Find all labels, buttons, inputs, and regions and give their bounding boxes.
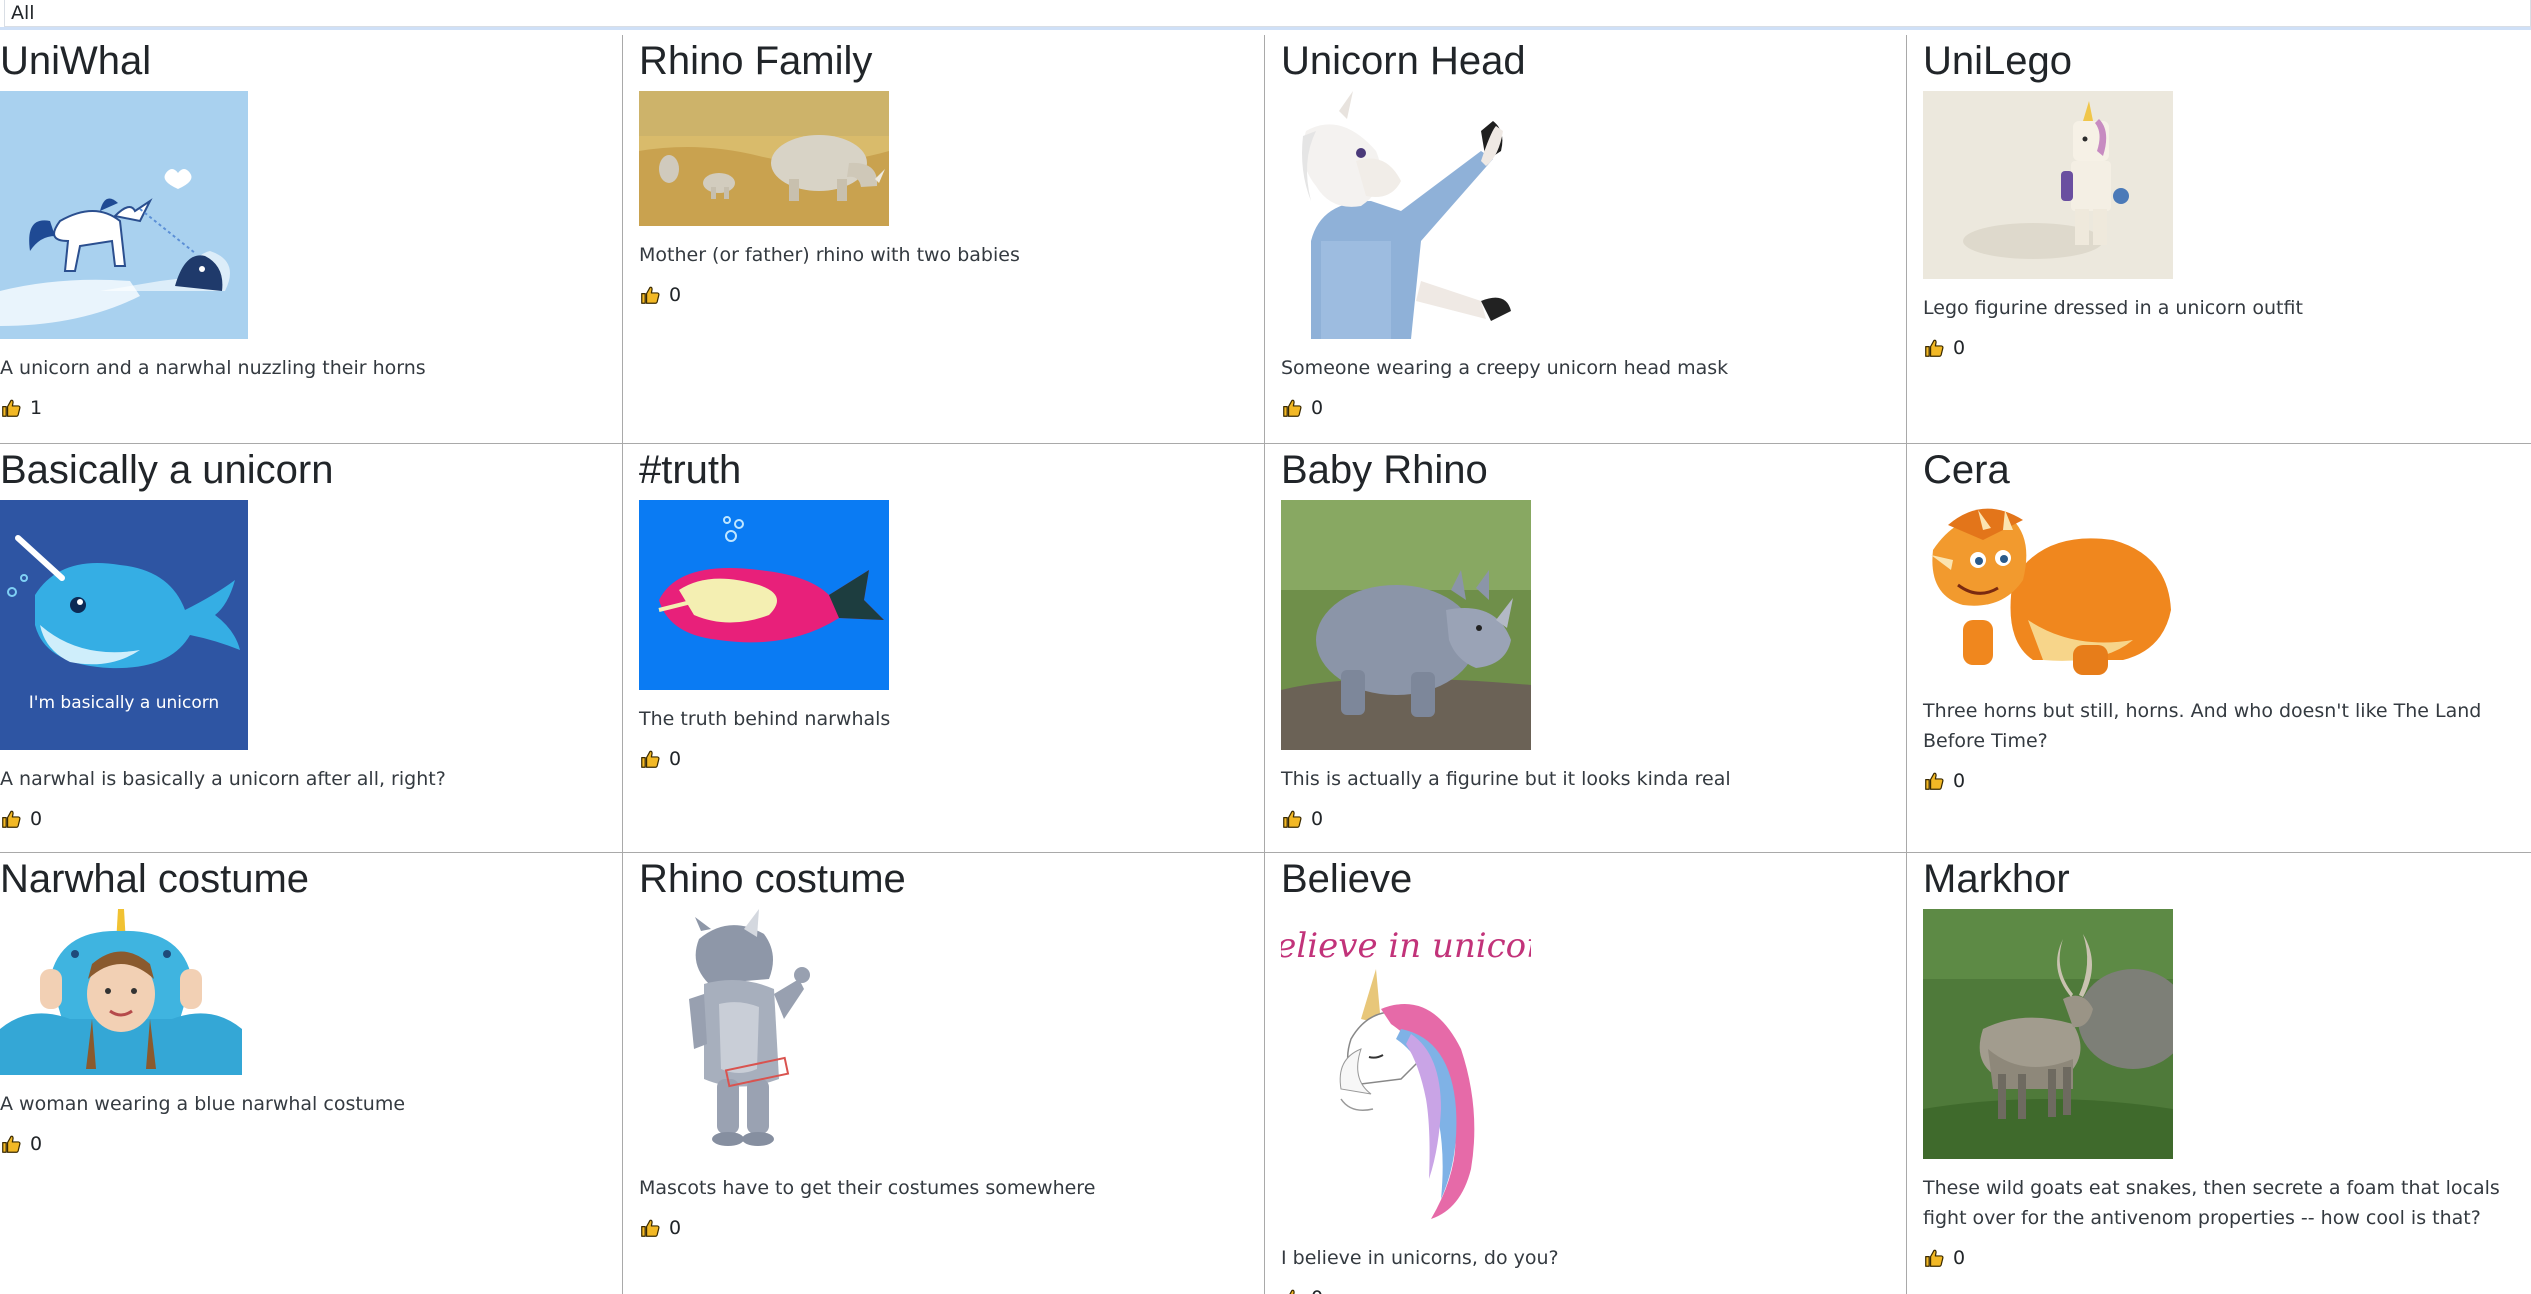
like-count: 0 xyxy=(669,284,682,306)
thumbs-up-icon xyxy=(1923,1247,1945,1269)
card-image xyxy=(0,909,622,1075)
gallery-card: Markhor These wild goats eat snakes, the… xyxy=(1907,853,2531,1294)
card-title: Basically a unicorn xyxy=(0,448,334,492)
thumbs-up-icon xyxy=(0,808,22,830)
thumbs-up-icon xyxy=(0,1133,22,1155)
card-title: Narwhal costume xyxy=(0,857,310,901)
image-caption-text: I'm basically a unicorn xyxy=(29,693,219,713)
like-button[interactable]: 1 xyxy=(0,397,42,419)
image-caption-text: I believe in unicorns xyxy=(1281,926,1531,966)
card-title: UniWhal xyxy=(0,39,152,83)
like-button[interactable]: 0 xyxy=(639,1217,681,1239)
card-title: Rhino Family xyxy=(639,39,873,83)
card-caption: Mother (or father) rhino with two babies xyxy=(639,244,1020,266)
thumbs-up-icon xyxy=(1923,770,1945,792)
like-button[interactable]: 0 xyxy=(1923,1247,1965,1269)
gallery-card: UniWhal A unicorn and a narwhal nuzzling… xyxy=(0,35,623,444)
thumbs-up-icon xyxy=(639,748,661,770)
like-button[interactable]: 0 xyxy=(639,748,681,770)
card-caption: These wild goats eat snakes, then secret… xyxy=(1923,1177,2500,1229)
like-count: 1 xyxy=(30,397,43,419)
like-count: 0 xyxy=(1311,808,1324,830)
filter-select[interactable]: All xyxy=(4,0,2531,27)
like-count: 0 xyxy=(669,1217,682,1239)
card-title: #truth xyxy=(639,448,742,492)
card-title: Unicorn Head xyxy=(1281,39,1526,83)
card-image: I'm basically a unicorn xyxy=(0,500,622,750)
card-image xyxy=(1923,91,2531,279)
like-button[interactable]: 0 xyxy=(639,284,681,306)
thumbs-up-icon xyxy=(1281,808,1303,830)
gallery-card: UniLego Lego figurine dressed in a unico… xyxy=(1907,35,2531,444)
gallery-card: Rhino Family Mother (or father) rhino wi… xyxy=(623,35,1265,444)
like-button[interactable]: 0 xyxy=(1923,770,1965,792)
card-image xyxy=(1281,91,1906,339)
card-title: UniLego xyxy=(1923,39,2073,83)
card-image xyxy=(1923,500,2531,682)
card-caption: A woman wearing a blue narwhal costume xyxy=(0,1093,406,1115)
gallery-card: #truth The truth behind narwhals 0 xyxy=(623,444,1265,853)
card-title: Cera xyxy=(1923,448,2010,492)
like-button[interactable]: 0 xyxy=(0,1133,42,1155)
card-caption: Mascots have to get their costumes somew… xyxy=(639,1177,1096,1199)
thumbs-up-icon xyxy=(1281,1287,1303,1294)
gallery-card: Baby Rhino This is actually a figurine b… xyxy=(1265,444,1907,853)
card-title: Baby Rhino xyxy=(1281,448,1488,492)
like-count: 0 xyxy=(1953,337,1966,359)
card-caption: Lego figurine dressed in a unicorn outfi… xyxy=(1923,297,2303,319)
card-image xyxy=(639,909,1264,1159)
card-caption: Three horns but still, horns. And who do… xyxy=(1923,700,2482,752)
like-button[interactable]: 0 xyxy=(1923,337,1965,359)
card-caption: The truth behind narwhals xyxy=(639,708,891,730)
like-count: 0 xyxy=(669,748,682,770)
card-caption: A narwhal is basically a unicorn after a… xyxy=(0,768,446,790)
card-caption: A unicorn and a narwhal nuzzling their h… xyxy=(0,357,426,379)
card-caption: This is actually a figurine but it looks… xyxy=(1281,768,1731,790)
thumbs-up-icon xyxy=(639,1217,661,1239)
card-title: Believe xyxy=(1281,857,1413,901)
gallery-card: Basically a unicorn I'm basically a unic… xyxy=(0,444,623,853)
card-image: I believe in unicorns xyxy=(1281,909,1906,1229)
gallery-grid: UniWhal A unicorn and a narwhal nuzzling… xyxy=(0,35,2531,1294)
card-image xyxy=(1281,500,1906,750)
filter-bar: All xyxy=(0,0,2531,30)
gallery-card: Rhino costume Mascots have to get their … xyxy=(623,853,1265,1294)
like-count: 0 xyxy=(1311,1287,1323,1294)
card-caption: Someone wearing a creepy unicorn head ma… xyxy=(1281,357,1729,379)
like-button[interactable]: 0 xyxy=(1281,397,1323,419)
thumbs-up-icon xyxy=(0,397,22,419)
like-count: 0 xyxy=(30,1133,43,1155)
card-caption: I believe in unicorns, do you? xyxy=(1281,1247,1559,1269)
card-title: Rhino costume xyxy=(639,857,906,901)
gallery-card: Believe I believe in unicorns I believe … xyxy=(1265,853,1907,1294)
card-image xyxy=(639,91,1264,226)
like-count: 0 xyxy=(1953,770,1966,792)
like-count: 0 xyxy=(1953,1247,1966,1269)
gallery-card: Unicorn Head Someone wearing a creepy un… xyxy=(1265,35,1907,444)
like-count: 0 xyxy=(1311,397,1324,419)
card-title: Markhor xyxy=(1923,857,2070,901)
card-image xyxy=(1923,909,2531,1159)
thumbs-up-icon xyxy=(1923,337,1945,359)
thumbs-up-icon xyxy=(1281,397,1303,419)
like-button[interactable]: 0 xyxy=(1281,1287,1323,1294)
thumbs-up-icon xyxy=(639,284,661,306)
gallery-card: Cera Three horns but still, horns. And w… xyxy=(1907,444,2531,853)
card-image xyxy=(0,91,622,339)
like-button[interactable]: 0 xyxy=(0,808,42,830)
like-count: 0 xyxy=(30,808,43,830)
gallery-card: Narwhal costume A woman wearing a blue n… xyxy=(0,853,623,1294)
like-button[interactable]: 0 xyxy=(1281,808,1323,830)
card-image xyxy=(639,500,1264,690)
